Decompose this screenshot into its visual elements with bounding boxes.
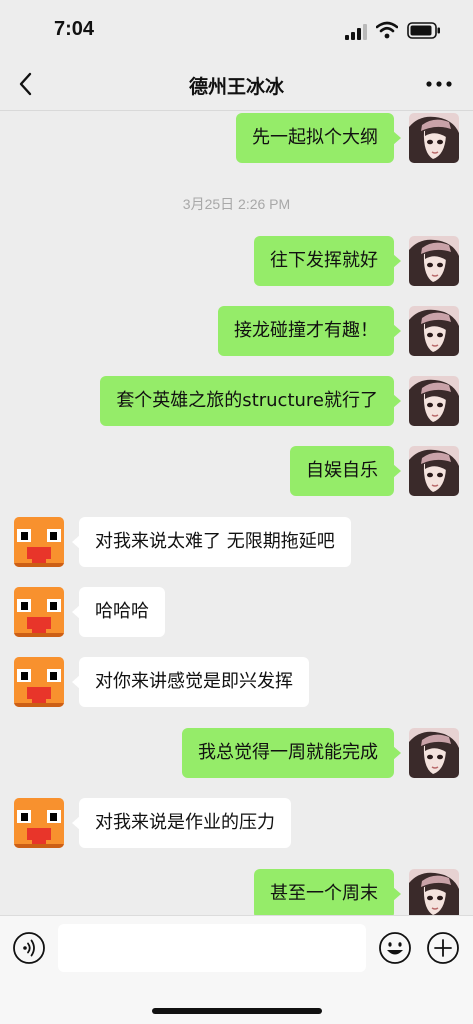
battery-icon [407, 22, 440, 39]
message-timestamp: 3月25日 2:26 PM [182, 196, 291, 212]
message-bubble-outgoing[interactable]: 我总觉得一周就能完成 [182, 728, 401, 778]
voice-icon[interactable] [12, 931, 46, 965]
my-avatar[interactable] [409, 236, 459, 286]
contact-avatar[interactable] [14, 587, 64, 637]
my-avatar[interactable] [409, 306, 459, 356]
message-bubble-outgoing[interactable]: 甚至一个周末 [254, 869, 401, 915]
my-avatar[interactable] [409, 869, 459, 915]
message-bubble-outgoing[interactable]: 先一起拟个大纲 [236, 113, 401, 163]
message-bubble-incoming[interactable]: 对我来说是作业的压力 [72, 798, 291, 848]
chat-header: 德州王冰冰 [0, 60, 473, 111]
cellular-signal-icon [345, 24, 367, 40]
message-bubble-outgoing[interactable]: 接龙碰撞才有趣！ [218, 306, 401, 356]
emoji-icon[interactable] [378, 931, 412, 965]
message-bubble-outgoing[interactable]: 往下发挥就好 [254, 236, 401, 286]
message-bubble-incoming[interactable]: 对你来讲感觉是即兴发挥 [72, 657, 309, 707]
my-avatar[interactable] [409, 728, 459, 778]
chat-input-bar [0, 915, 473, 1024]
message-input[interactable] [58, 924, 366, 972]
my-avatar[interactable] [409, 113, 459, 163]
my-avatar[interactable] [409, 446, 459, 496]
contact-avatar[interactable] [14, 657, 64, 707]
contact-avatar[interactable] [14, 798, 64, 848]
more-icon[interactable] [423, 73, 455, 95]
wifi-icon [376, 21, 398, 39]
contact-avatar[interactable] [14, 517, 64, 567]
my-avatar[interactable] [409, 376, 459, 426]
status-bar: 7:04 [0, 0, 473, 60]
chat-title: 德州王冰冰 [188, 76, 284, 98]
message-bubble-outgoing[interactable]: 套个英雄之旅的structure就行了 [100, 376, 401, 426]
plus-icon[interactable] [426, 931, 460, 965]
message-list[interactable]: 先一起拟个大纲 3月25日 2:26 PM 往下发挥就好 接龙碰撞才有趣！ 套个… [0, 111, 473, 915]
message-bubble-outgoing[interactable]: 自娱自乐 [290, 446, 401, 496]
message-bubble-incoming[interactable]: 对我来说太难了 无限期拖延吧 [72, 517, 351, 567]
home-indicator [152, 1008, 322, 1014]
status-time: 7:04 [54, 18, 95, 40]
message-bubble-incoming[interactable]: 哈哈哈 [72, 587, 165, 637]
